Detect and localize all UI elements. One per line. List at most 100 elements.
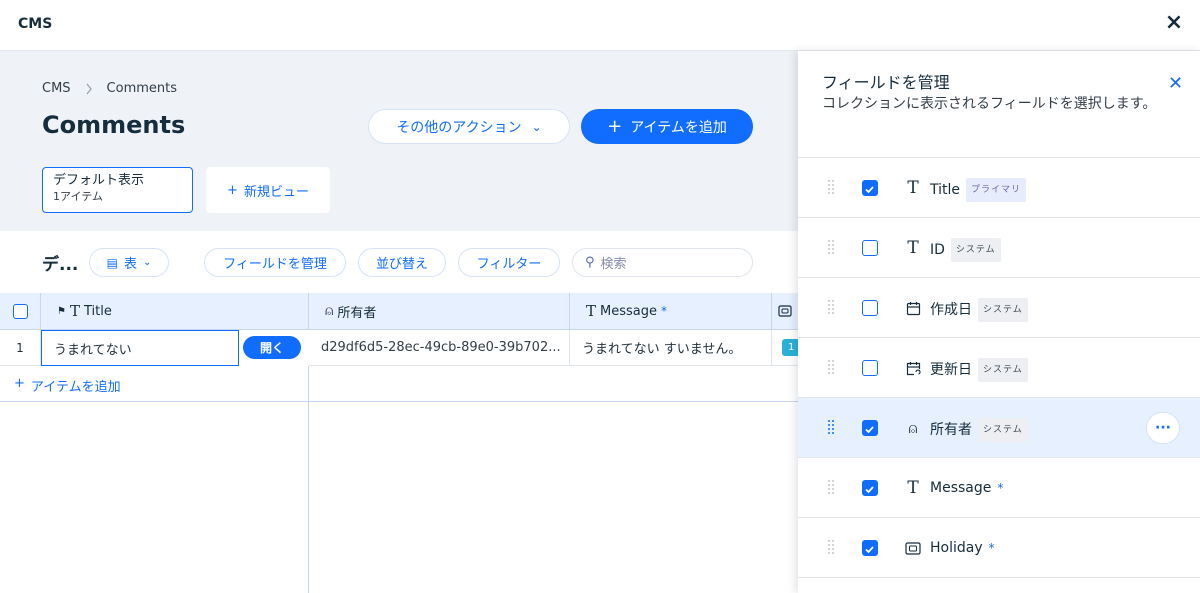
search-input[interactable]: ⚲ 検索 bbox=[572, 248, 753, 277]
close-app-button[interactable]: × bbox=[1162, 11, 1186, 35]
text-type-icon: T bbox=[69, 302, 80, 320]
app-title: CMS bbox=[18, 16, 53, 32]
field-list-end bbox=[798, 577, 1200, 593]
field-label: 所有者 bbox=[930, 422, 972, 438]
field-tag: システム bbox=[978, 358, 1028, 382]
field-more-options-button[interactable]: ··· bbox=[1146, 412, 1180, 444]
field-tag: プライマリ bbox=[966, 178, 1027, 202]
field-visible-checkbox[interactable] bbox=[862, 480, 878, 496]
field-name: Message * bbox=[930, 478, 1003, 498]
drag-handle-icon[interactable] bbox=[827, 179, 835, 197]
field-label: Title bbox=[930, 182, 961, 198]
drag-handle-icon[interactable] bbox=[827, 479, 835, 497]
select-all-checkbox[interactable] bbox=[12, 303, 28, 319]
breadcrumb: CMS Comments bbox=[42, 81, 177, 96]
top-bar: CMS × bbox=[0, 0, 1200, 51]
field-visible-checkbox[interactable] bbox=[862, 420, 878, 436]
field-row-holiday[interactable]: Holiday * bbox=[798, 517, 1200, 577]
column-header-owner[interactable]: ⍝ 所有者 bbox=[309, 293, 570, 330]
field-name: Title プライマリ bbox=[930, 178, 1027, 202]
field-label: 更新日 bbox=[930, 362, 972, 378]
drag-handle-icon[interactable] bbox=[827, 359, 835, 377]
field-name: Holiday * bbox=[930, 538, 995, 558]
user-icon: ⍝ bbox=[325, 303, 334, 319]
items-table: ⚑ T Title ⍝ 所有者 T Message * 1 うまれてない 開く … bbox=[0, 293, 801, 593]
layout-select-button[interactable]: ▤ 表 ⌄ bbox=[89, 248, 169, 277]
column-header-title[interactable]: ⚑ T Title bbox=[41, 293, 309, 330]
panel-description: コレクションに表示されるフィールドを選択します。 bbox=[822, 96, 1157, 112]
plus-icon: + bbox=[607, 116, 623, 137]
chevron-right-icon bbox=[86, 83, 92, 94]
user-icon: ⍝ bbox=[908, 419, 918, 437]
field-name: 作成日 システム bbox=[930, 298, 1028, 322]
primary-flag-icon: ⚑ bbox=[57, 305, 66, 317]
title-cell[interactable]: うまれてない bbox=[41, 330, 239, 366]
field-tag: システム bbox=[950, 238, 1001, 262]
field-label: 作成日 bbox=[930, 302, 972, 318]
search-icon: ⚲ bbox=[585, 255, 595, 270]
field-visible-checkbox[interactable] bbox=[862, 540, 878, 556]
field-row-owner[interactable]: ⍝ 所有者 システム ··· bbox=[798, 397, 1200, 457]
drag-handle-icon[interactable] bbox=[827, 419, 835, 437]
field-row-title[interactable]: T Title プライマリ bbox=[798, 157, 1200, 217]
add-item-button[interactable]: + アイテムを追加 bbox=[581, 109, 753, 144]
collection-header: CMS Comments Comments その他のアクション ⌄ + アイテム… bbox=[0, 51, 798, 231]
add-item-row[interactable]: + アイテムを追加 bbox=[14, 376, 121, 395]
field-name: ID システム bbox=[930, 238, 1001, 262]
field-visible-checkbox[interactable] bbox=[862, 240, 878, 256]
calendar-icon bbox=[904, 298, 922, 318]
drag-handle-icon[interactable] bbox=[827, 299, 835, 317]
chevron-down-icon: ⌄ bbox=[142, 257, 152, 268]
field-name: 所有者 システム bbox=[930, 418, 1028, 442]
row-index: 1 bbox=[0, 330, 41, 366]
column-header-holiday[interactable] bbox=[772, 293, 798, 330]
text-type-icon: T bbox=[586, 302, 597, 320]
owner-cell[interactable]: d29df6d5-28ec-49cb-89e0-39b702... bbox=[309, 330, 570, 366]
select-all-header bbox=[0, 293, 41, 330]
field-label: Holiday bbox=[930, 540, 983, 556]
panel-title: フィールドを管理 bbox=[822, 73, 950, 92]
layout-label: 表 bbox=[123, 257, 137, 272]
field-visible-checkbox[interactable] bbox=[862, 180, 878, 196]
filter-button[interactable]: フィルター bbox=[458, 248, 560, 277]
text-type-icon: T bbox=[907, 238, 919, 258]
breadcrumb-root[interactable]: CMS bbox=[42, 81, 71, 96]
field-tag: システム bbox=[978, 418, 1028, 442]
add-item-label: アイテムを追加 bbox=[630, 119, 727, 136]
column-header-message[interactable]: T Message * bbox=[570, 293, 772, 330]
field-row-message[interactable]: T Message * bbox=[798, 457, 1200, 517]
field-name: 更新日 システム bbox=[930, 358, 1028, 382]
new-view-button[interactable]: + 新規ビュー bbox=[206, 167, 330, 213]
holiday-cell[interactable]: 1 bbox=[772, 330, 801, 366]
more-actions-button[interactable]: その他のアクション ⌄ bbox=[368, 109, 570, 144]
manage-fields-panel: フィールドを管理 コレクションに表示されるフィールドを選択します。 ✕ T Ti… bbox=[798, 51, 1200, 593]
field-row-updated-date[interactable]: 更新日 システム bbox=[798, 337, 1200, 397]
field-visible-checkbox[interactable] bbox=[862, 360, 878, 376]
text-type-icon: T bbox=[907, 178, 919, 198]
column-label: Title bbox=[83, 303, 112, 319]
field-label: Message bbox=[930, 480, 992, 496]
image-type-icon bbox=[778, 305, 792, 317]
close-panel-button[interactable]: ✕ bbox=[1168, 73, 1183, 94]
column-divider bbox=[308, 366, 309, 593]
view-default[interactable]: デフォルト表示 1アイテム bbox=[42, 167, 193, 213]
more-actions-label: その他のアクション bbox=[396, 119, 522, 136]
field-row-id[interactable]: T ID システム bbox=[798, 217, 1200, 277]
field-row-created-date[interactable]: 作成日 システム bbox=[798, 277, 1200, 337]
required-marker: * bbox=[997, 481, 1004, 495]
table-icon: ▤ bbox=[106, 255, 118, 270]
open-item-button[interactable]: 開く bbox=[243, 336, 301, 359]
column-label: Message bbox=[600, 303, 657, 319]
drag-handle-icon[interactable] bbox=[827, 539, 835, 557]
manage-fields-button[interactable]: フィールドを管理 bbox=[204, 248, 346, 277]
calendar-refresh-icon bbox=[904, 358, 922, 378]
message-cell[interactable]: うまれてない すいません。 bbox=[570, 330, 772, 366]
sort-button[interactable]: 並び替え bbox=[358, 248, 446, 277]
field-tag: システム bbox=[978, 298, 1028, 322]
field-label: ID bbox=[930, 242, 945, 258]
drag-handle-icon[interactable] bbox=[827, 239, 835, 257]
view-item-count: 1アイテム bbox=[53, 190, 103, 203]
field-visible-checkbox[interactable] bbox=[862, 300, 878, 316]
required-marker: * bbox=[988, 541, 995, 555]
breadcrumb-current: Comments bbox=[106, 81, 178, 96]
